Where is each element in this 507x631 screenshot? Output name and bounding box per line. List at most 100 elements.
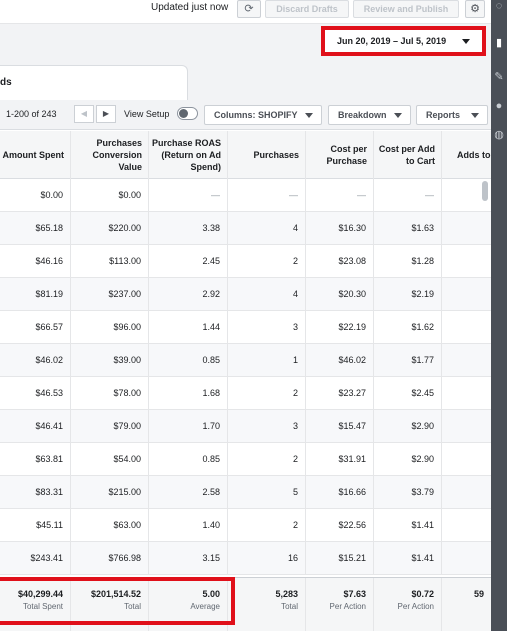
pencil-icon[interactable]: ✎ xyxy=(491,70,507,83)
refresh-icon: ⟳ xyxy=(244,3,254,15)
cell-cost-per-add-to-cart: $2.90 xyxy=(374,443,442,476)
chevron-down-icon xyxy=(305,113,313,118)
col-header-amount-spent[interactable]: Amount Spent xyxy=(0,131,71,179)
table-row[interactable]: $83.31 $215.00 2.58 5 $16.66 $3.79 xyxy=(0,476,491,509)
cell-cost-per-add-to-cart: $1.63 xyxy=(374,212,442,245)
table-row[interactable]: $46.53 $78.00 1.68 2 $23.27 $2.45 xyxy=(0,377,491,410)
cell-cost-per-purchase: $23.27 xyxy=(306,377,374,410)
discard-drafts-button[interactable]: Discard Drafts xyxy=(265,0,349,18)
cell-cost-per-purchase: $16.30 xyxy=(306,212,374,245)
col-header-conversion-value[interactable]: Purchases Conversion Value xyxy=(71,131,149,179)
next-page-button[interactable]: ▶ xyxy=(96,105,116,123)
col-header-roas[interactable]: Purchase ROAS (Return on Ad Spend) xyxy=(149,131,228,179)
cell-purchases: 3 xyxy=(228,410,306,443)
col-header-cost-per-add-to-cart[interactable]: Cost per Add to Cart xyxy=(374,131,442,179)
cell-roas: 2.45 xyxy=(149,245,228,278)
cell-roas: 0.85 xyxy=(149,443,228,476)
table-row[interactable]: $46.16 $113.00 2.45 2 $23.08 $1.28 xyxy=(0,245,491,278)
table-row[interactable]: $65.18 $220.00 3.38 4 $16.30 $1.63 xyxy=(0,212,491,245)
view-setup-toggle[interactable] xyxy=(177,107,198,120)
review-publish-button[interactable]: Review and Publish xyxy=(353,0,459,18)
tab-label: ds xyxy=(0,77,12,88)
cell-cost-per-purchase: $15.21 xyxy=(306,542,374,575)
cell-cost-per-add-to-cart: $1.41 xyxy=(374,542,442,575)
cell-purchases: 2 xyxy=(228,443,306,476)
cell-purchases: 2 xyxy=(228,377,306,410)
date-range-picker[interactable]: Jun 20, 2019 – Jul 5, 2019 xyxy=(321,26,486,56)
chevron-left-icon: ◀ xyxy=(80,109,88,118)
reports-label: Reports xyxy=(426,110,461,120)
cell-cost-per-purchase: $31.91 xyxy=(306,443,374,476)
cell-amount-spent: $46.02 xyxy=(0,344,71,377)
cell-cost-per-purchase: $46.02 xyxy=(306,344,374,377)
table-row[interactable]: $45.11 $63.00 1.40 2 $22.56 $1.41 xyxy=(0,509,491,542)
search-icon[interactable]: ◌ xyxy=(491,0,507,12)
cell-adds-to xyxy=(442,377,491,410)
date-range-label: Jun 20, 2019 – Jul 5, 2019 xyxy=(337,36,447,46)
cell-amount-spent: $0.00 xyxy=(0,179,71,212)
cell-adds-to xyxy=(442,476,491,509)
cell-roas: 1.40 xyxy=(149,509,228,542)
tab-ads[interactable]: ds xyxy=(0,65,188,100)
table-row[interactable]: $66.57 $96.00 1.44 3 $22.19 $1.62 xyxy=(0,311,491,344)
gear-icon: ⚙ xyxy=(470,3,480,15)
cell-cost-per-purchase: $22.19 xyxy=(306,311,374,344)
cell-purchases: 1 xyxy=(228,344,306,377)
table-row[interactable]: $46.41 $79.00 1.70 3 $15.47 $2.90 xyxy=(0,410,491,443)
cell-conversion-value: $96.00 xyxy=(71,311,149,344)
chevron-down-icon xyxy=(471,113,479,118)
cell-conversion-value: $0.00 xyxy=(71,179,149,212)
cell-cost-per-purchase: $16.66 xyxy=(306,476,374,509)
refresh-button[interactable]: ⟳ xyxy=(237,0,261,18)
chevron-down-icon xyxy=(462,39,470,44)
table-row[interactable]: $243.41 $766.98 3.15 16 $15.21 $1.41 xyxy=(0,542,491,575)
cell-cost-per-add-to-cart: $2.19 xyxy=(374,278,442,311)
cell-roas: 0.85 xyxy=(149,344,228,377)
cell-conversion-value: $220.00 xyxy=(71,212,149,245)
cell-cost-per-purchase: $20.30 xyxy=(306,278,374,311)
top-bar: Updated just now ⟳ Discard Drafts Review… xyxy=(0,0,491,24)
cell-amount-spent: $83.31 xyxy=(0,476,71,509)
cell-cost-per-add-to-cart: $1.41 xyxy=(374,509,442,542)
cell-adds-to xyxy=(442,443,491,476)
settings-button[interactable]: ⚙ xyxy=(465,0,485,18)
columns-dropdown[interactable]: Columns: SHOPIFY xyxy=(204,105,322,125)
cell-amount-spent: $63.81 xyxy=(0,443,71,476)
user-icon[interactable]: ● xyxy=(491,100,507,112)
cell-amount-spent: $45.11 xyxy=(0,509,71,542)
total-purchases: 5,283 Total xyxy=(228,578,306,631)
cell-conversion-value: $766.98 xyxy=(71,542,149,575)
toggle-knob xyxy=(179,109,188,118)
total-adds-to: 59 xyxy=(473,589,484,599)
table-scrollbar[interactable] xyxy=(482,181,488,201)
row-range: 1-200 of 243 xyxy=(6,109,57,119)
col-header-cost-per-purchase[interactable]: Cost per Purchase xyxy=(306,131,374,179)
cell-purchases: 2 xyxy=(228,245,306,278)
update-status: Updated just now xyxy=(151,2,229,13)
col-header-adds-to[interactable]: Adds to xyxy=(442,131,491,179)
cell-roas: 2.58 xyxy=(149,476,228,509)
chevron-down-icon xyxy=(394,113,402,118)
cell-roas: 3.15 xyxy=(149,542,228,575)
prev-page-button[interactable]: ◀ xyxy=(74,105,94,123)
reports-dropdown[interactable]: Reports xyxy=(416,105,488,125)
totals-highlight xyxy=(0,577,235,625)
table-row[interactable]: $81.19 $237.00 2.92 4 $20.30 $2.19 xyxy=(0,278,491,311)
table-row[interactable]: $46.02 $39.00 0.85 1 $46.02 $1.77 xyxy=(0,344,491,377)
cell-cost-per-add-to-cart: $1.28 xyxy=(374,245,442,278)
table-row[interactable]: $63.81 $54.00 0.85 2 $31.91 $2.90 xyxy=(0,443,491,476)
cell-roas: 1.68 xyxy=(149,377,228,410)
cell-amount-spent: $46.41 xyxy=(0,410,71,443)
breakdown-dropdown[interactable]: Breakdown xyxy=(328,105,411,125)
cell-cost-per-add-to-cart: $2.90 xyxy=(374,410,442,443)
col-header-purchases[interactable]: Purchases xyxy=(228,131,306,179)
bar-chart-icon[interactable]: ▮ xyxy=(491,36,507,49)
history-icon[interactable]: ◍ xyxy=(491,128,507,141)
cell-cost-per-add-to-cart: $1.62 xyxy=(374,311,442,344)
columns-label: Columns: SHOPIFY xyxy=(214,110,298,120)
cell-adds-to xyxy=(442,344,491,377)
cell-purchases: 3 xyxy=(228,311,306,344)
table-row[interactable]: $0.00 $0.00— — — — xyxy=(0,179,491,212)
cell-roas: 3.38 xyxy=(149,212,228,245)
cell-adds-to xyxy=(442,410,491,443)
